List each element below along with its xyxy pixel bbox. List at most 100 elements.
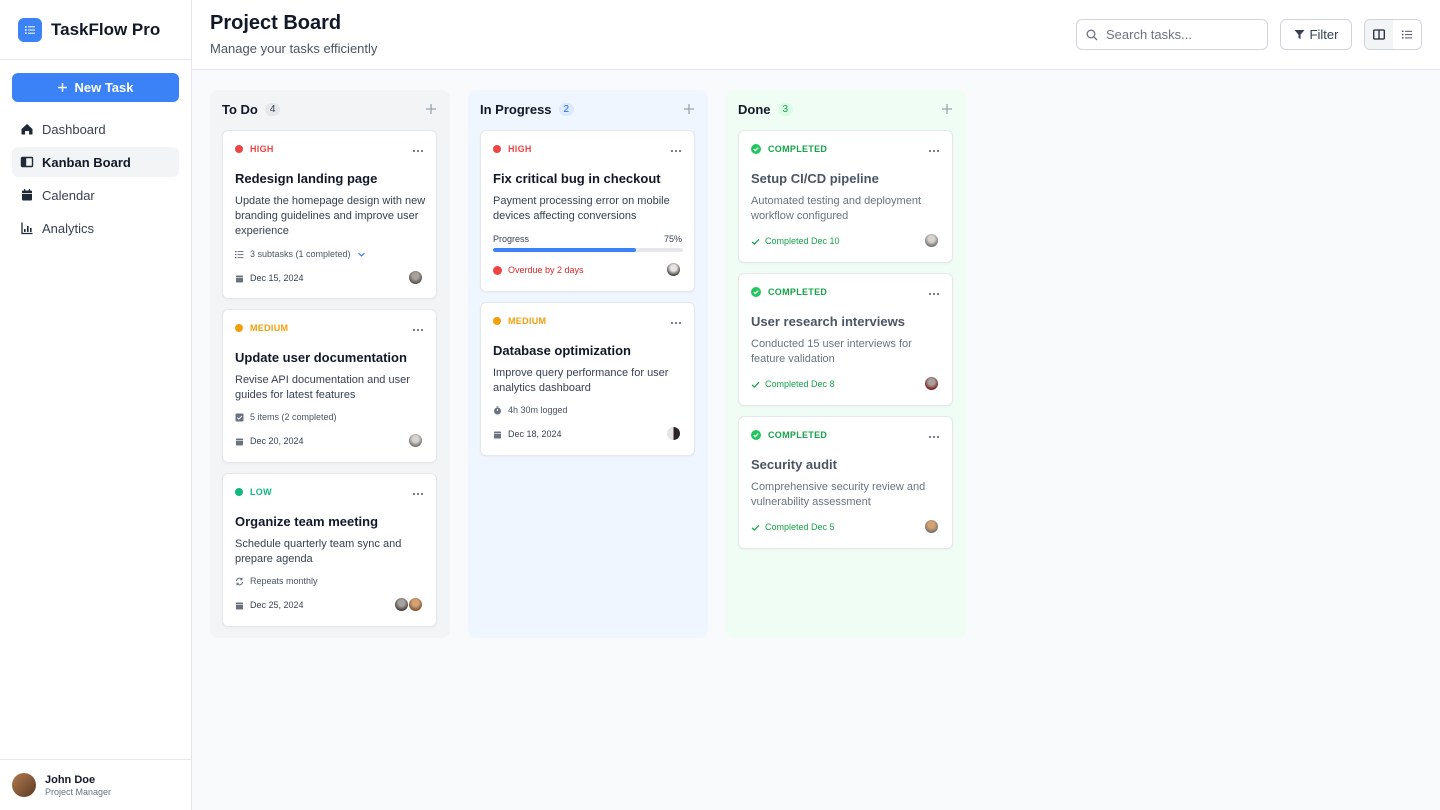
column-count: 2 (559, 103, 575, 116)
task-card[interactable]: COMPLETED User research interviews Condu… (738, 273, 953, 406)
priority-label: MEDIUM (508, 316, 546, 326)
header: Project Board Manage your tasks efficien… (192, 0, 1440, 70)
more-options-icon[interactable] (670, 149, 682, 153)
more-options-icon[interactable] (928, 149, 940, 153)
task-card[interactable]: LOW Organize team meeting Schedule quart… (222, 473, 437, 627)
recurrence-meta: Repeats monthly (235, 576, 318, 586)
home-icon (20, 122, 34, 136)
list-view-button[interactable] (1393, 20, 1421, 49)
due-date: Dec 15, 2024 (235, 273, 304, 283)
assignee-avatar[interactable] (408, 433, 423, 448)
new-task-button[interactable]: New Task (12, 73, 179, 102)
card-title: User research interviews (751, 314, 905, 329)
sidebar-item-label: Kanban Board (42, 155, 131, 170)
card-description: Revise API documentation and user guides… (235, 373, 430, 403)
due-date-text: Dec 20, 2024 (250, 436, 304, 446)
brand: TaskFlow Pro (0, 0, 191, 60)
sidebar-item-kanban-board[interactable]: Kanban Board (12, 147, 179, 177)
more-options-icon[interactable] (412, 328, 424, 332)
search-icon (1086, 29, 1098, 41)
task-card[interactable]: COMPLETED Security audit Comprehensive s… (738, 416, 953, 549)
card-title: Update user documentation (235, 350, 407, 365)
more-options-icon[interactable] (412, 492, 424, 496)
assignee-avatar[interactable] (408, 270, 423, 285)
column-done: Done 3 COMPLETED Setup CI/CD pipeline Au… (726, 90, 966, 638)
view-toggle (1364, 19, 1422, 50)
filter-button[interactable]: Filter (1280, 19, 1352, 50)
check-circle-icon (751, 430, 761, 440)
check-icon (751, 237, 760, 246)
assignee-avatar[interactable] (394, 597, 409, 612)
sidebar-item-label: Dashboard (42, 122, 106, 137)
user-name: John Doe (45, 774, 111, 786)
priority-label: LOW (250, 487, 272, 497)
calendar-icon (235, 274, 244, 283)
assignee-avatar[interactable] (666, 426, 681, 441)
sidebar: TaskFlow Pro New Task Dashboard Kanban B… (0, 0, 192, 810)
check-circle-icon (751, 287, 761, 297)
priority-label: MEDIUM (250, 323, 288, 333)
filter-label: Filter (1310, 27, 1339, 42)
search-input[interactable] (1106, 27, 1256, 42)
add-task-icon[interactable] (682, 102, 696, 116)
page-subtitle: Manage your tasks efficiently (210, 41, 377, 56)
completed-date: Completed Dec 10 (751, 236, 840, 246)
status-label: COMPLETED (768, 287, 827, 297)
task-card[interactable]: COMPLETED Setup CI/CD pipeline Automated… (738, 130, 953, 263)
card-title: Database optimization (493, 343, 631, 358)
page-title: Project Board (210, 12, 341, 35)
card-title: Redesign landing page (235, 171, 377, 186)
progress-fill (493, 248, 636, 252)
assignee-avatar[interactable] (408, 597, 423, 612)
more-options-icon[interactable] (670, 321, 682, 325)
completed-date: Completed Dec 8 (751, 379, 835, 389)
check-circle-icon (751, 144, 761, 154)
column-title: In Progress (480, 102, 552, 117)
overdue-text: Overdue by 2 days (508, 265, 584, 275)
task-card[interactable]: MEDIUM Database optimization Improve que… (480, 302, 695, 456)
due-date-text: Dec 25, 2024 (250, 600, 304, 610)
card-title: Setup CI/CD pipeline (751, 171, 879, 186)
priority-dot (493, 145, 501, 153)
task-card[interactable]: HIGH Redesign landing page Update the ho… (222, 130, 437, 299)
completed-text: Completed Dec 8 (765, 379, 835, 389)
board-view-button[interactable] (1365, 20, 1393, 49)
search-box[interactable] (1076, 19, 1268, 50)
checklist-meta: 5 items (2 completed) (235, 412, 337, 422)
column-count: 3 (778, 103, 794, 116)
repeat-icon (235, 577, 244, 586)
app-logo-icon (18, 18, 42, 42)
subtasks-meta[interactable]: 3 subtasks (1 completed) (235, 249, 372, 259)
status-label: COMPLETED (768, 144, 827, 154)
progress-bar (493, 248, 683, 252)
due-date: Dec 25, 2024 (235, 600, 304, 610)
board-view-icon (1373, 29, 1385, 40)
assignee-avatar[interactable] (666, 262, 681, 277)
app-name: TaskFlow Pro (51, 20, 160, 40)
due-date: Dec 18, 2024 (493, 429, 562, 439)
sidebar-item-dashboard[interactable]: Dashboard (12, 114, 179, 144)
card-description: Schedule quarterly team sync and prepare… (235, 537, 430, 567)
task-card[interactable]: HIGH Fix critical bug in checkout Paymen… (480, 130, 695, 292)
checklist-icon (235, 413, 244, 422)
add-task-icon[interactable] (940, 102, 954, 116)
completed-text: Completed Dec 10 (765, 236, 840, 246)
more-options-icon[interactable] (928, 292, 940, 296)
calendar-icon (235, 437, 244, 446)
sidebar-item-calendar[interactable]: Calendar (12, 180, 179, 210)
add-task-icon[interactable] (424, 102, 438, 116)
sidebar-item-analytics[interactable]: Analytics (12, 213, 179, 243)
user-profile[interactable]: John Doe Project Manager (0, 759, 191, 810)
calendar-icon (235, 601, 244, 610)
column-count: 4 (265, 103, 281, 116)
column-todo: To Do 4 HIGH Redesign landing page Updat… (210, 90, 450, 638)
card-title: Security audit (751, 457, 837, 472)
chevron-down-icon (357, 250, 366, 259)
more-options-icon[interactable] (412, 149, 424, 153)
task-card[interactable]: MEDIUM Update user documentation Revise … (222, 309, 437, 463)
assignee-avatar[interactable] (924, 519, 939, 534)
assignee-avatar[interactable] (924, 376, 939, 391)
assignee-avatar[interactable] (924, 233, 939, 248)
more-options-icon[interactable] (928, 435, 940, 439)
card-description: Comprehensive security review and vulner… (751, 480, 946, 510)
